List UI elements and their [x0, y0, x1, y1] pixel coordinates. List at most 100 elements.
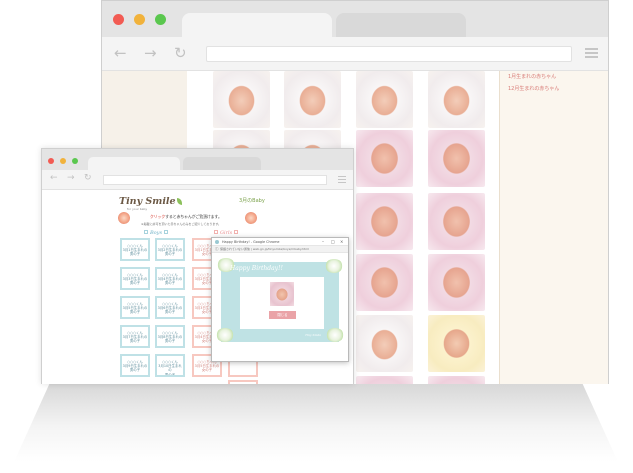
section-boys-label: Boys [150, 230, 163, 236]
back-arrow-icon[interactable]: ← [50, 174, 58, 183]
square-icon [144, 230, 148, 234]
popup-titlebar: Happy Birthday! - Google Chrome – □ × [212, 238, 348, 246]
square-icon [234, 230, 239, 234]
square-icon [164, 230, 169, 234]
flower-icon [216, 328, 234, 342]
section-girls-label: Girls [220, 230, 233, 236]
baby-photo[interactable] [356, 315, 413, 372]
section-girls-heading: Girls [212, 230, 240, 236]
forward-arrow-icon[interactable]: → [67, 174, 75, 183]
sidebar-link-january[interactable]: 1月生まれの赤ちゃん [508, 73, 556, 80]
boy-card[interactable]: ○○○くん 3月8日生まれの 男の子 [155, 325, 185, 348]
front-browser-tab-2[interactable] [183, 157, 261, 170]
baby-photo[interactable] [428, 376, 485, 384]
card-line: 女の子 [201, 368, 213, 373]
baby-photo[interactable] [356, 376, 413, 384]
baby-photo[interactable] [213, 71, 270, 128]
front-browser-titlebar [42, 149, 353, 170]
card-inner: 閉じる [240, 277, 324, 329]
back-browser-toolbar: ← → ↻ [102, 37, 608, 71]
baby-photo[interactable] [428, 193, 485, 250]
logo-subtitle: for your baby [127, 207, 148, 211]
card-line: 男の子 [164, 310, 176, 315]
close-button[interactable]: 閉じる [269, 311, 296, 319]
logo-text: Tiny Smile [119, 196, 176, 207]
reload-icon[interactable]: ↻ [174, 46, 187, 61]
leaf-icon [176, 198, 182, 205]
back-browser-tab-2[interactable] [336, 13, 466, 37]
boy-card[interactable]: ○○○くん 3月6日生まれの 男の子 [155, 296, 185, 319]
maximize-dot[interactable] [155, 14, 166, 25]
card-line: 男の子 [164, 252, 176, 257]
popup-address-bar[interactable]: ⓘ 保護されていない通信 | web.gn.jp/tinysmile/boys/… [212, 246, 348, 253]
baby-photo[interactable] [356, 193, 413, 250]
site-logo[interactable]: Tiny Smile [119, 196, 182, 207]
back-menu-icon[interactable] [585, 48, 598, 58]
popup-title: Happy Birthday! - Google Chrome [222, 239, 280, 244]
boy-card[interactable]: ○○○くん 3月4日生まれの 男の子 [155, 267, 185, 290]
birthday-header: Happy Birthday!! [230, 265, 283, 272]
baby-photo[interactable] [428, 130, 485, 187]
boy-card[interactable]: ○○○くん 3月7日生まれの 男の子 [120, 325, 150, 348]
info-icon: ⓘ [215, 246, 219, 251]
card-line: 男の子 [129, 368, 141, 373]
boy-card[interactable]: ○○○くん 3月1日生まれの 男の子 [120, 238, 150, 261]
baby-photo [270, 282, 294, 306]
page-title: 3月のBaby [239, 198, 265, 204]
popup-window: Happy Birthday! - Google Chrome – □ × ⓘ … [211, 237, 349, 362]
card-footer: Tiny Smile [305, 333, 322, 337]
card-line: 男の子 [129, 281, 141, 286]
close-dot[interactable] [113, 14, 124, 25]
baby-photo[interactable] [356, 130, 413, 187]
boy-card[interactable]: ○○○くん 3月9日生まれの 男の子 [120, 354, 150, 377]
boy-card[interactable]: ○○○くん 3月10日生まれの 男の子 [155, 354, 185, 377]
card-line: 男の子 [129, 310, 141, 315]
square-icon [214, 230, 218, 234]
front-browser-toolbar: ← → ↻ [42, 170, 353, 190]
girl-card[interactable] [228, 380, 258, 384]
back-browser-titlebar [102, 1, 608, 37]
minimize-dot[interactable] [134, 14, 145, 25]
card-line: 3月10日生まれの [158, 364, 182, 373]
boy-card[interactable]: ○○○くん 3月3日生まれの 男の子 [120, 267, 150, 290]
baby-photo[interactable] [428, 254, 485, 311]
minimize-dot[interactable] [60, 158, 66, 164]
maximize-dot[interactable] [72, 158, 78, 164]
baby-photo[interactable] [356, 71, 413, 128]
front-address-bar[interactable] [103, 175, 327, 185]
boy-card[interactable]: ○○○くん 3月5日生まれの 男の子 [120, 296, 150, 319]
boy-card[interactable]: ○○○くん 3月2日生まれの 男の子 [155, 238, 185, 261]
forward-arrow-icon[interactable]: → [144, 46, 157, 61]
close-icon[interactable]: × [340, 239, 343, 244]
maximize-icon[interactable]: □ [331, 239, 335, 244]
flower-icon [325, 259, 343, 273]
section-boys-heading: Boys [142, 230, 170, 236]
reload-icon[interactable]: ↻ [84, 174, 92, 183]
card-line: 男の子 [164, 339, 176, 344]
baby-photo[interactable] [356, 254, 413, 311]
back-arrow-icon[interactable]: ← [114, 46, 127, 61]
sun-icon [118, 212, 130, 224]
back-address-bar[interactable] [206, 46, 572, 62]
birthday-card: Happy Birthday!! 閉じる Tiny Smile [216, 258, 344, 342]
card-line: 男の子 [164, 372, 176, 377]
instruction-rest: すると赤ちゃんがご覧頂けます。 [165, 214, 222, 219]
front-browser-tab-active[interactable] [88, 157, 180, 170]
minimize-icon[interactable]: – [322, 239, 324, 244]
popup-address: 保護されていない通信 | web.gn.jp/tinysmile/boys/mb… [220, 247, 309, 252]
instruction-strong: クリック [150, 214, 166, 219]
back-browser-tab-active[interactable] [182, 13, 332, 37]
card-line: 男の子 [129, 252, 141, 257]
baby-photo[interactable] [428, 315, 485, 372]
baby-photo[interactable] [428, 71, 485, 128]
permission-note: ※掲載に許可を頂いた赤ちゃんのみをご紹介しております。 [141, 222, 222, 226]
sun-icon [245, 212, 257, 224]
floor-shadow [14, 382, 618, 462]
card-line: 男の子 [164, 281, 176, 286]
close-dot[interactable] [48, 158, 54, 164]
popup-body: Happy Birthday!! 閉じる Tiny Smile [212, 253, 348, 361]
front-menu-icon[interactable] [338, 176, 346, 183]
back-sidebar: 1月生まれの赤ちゃん 12月生まれの赤ちゃん [499, 71, 608, 384]
sidebar-link-december[interactable]: 12月生まれの赤ちゃん [508, 85, 559, 92]
baby-photo[interactable] [284, 71, 341, 128]
